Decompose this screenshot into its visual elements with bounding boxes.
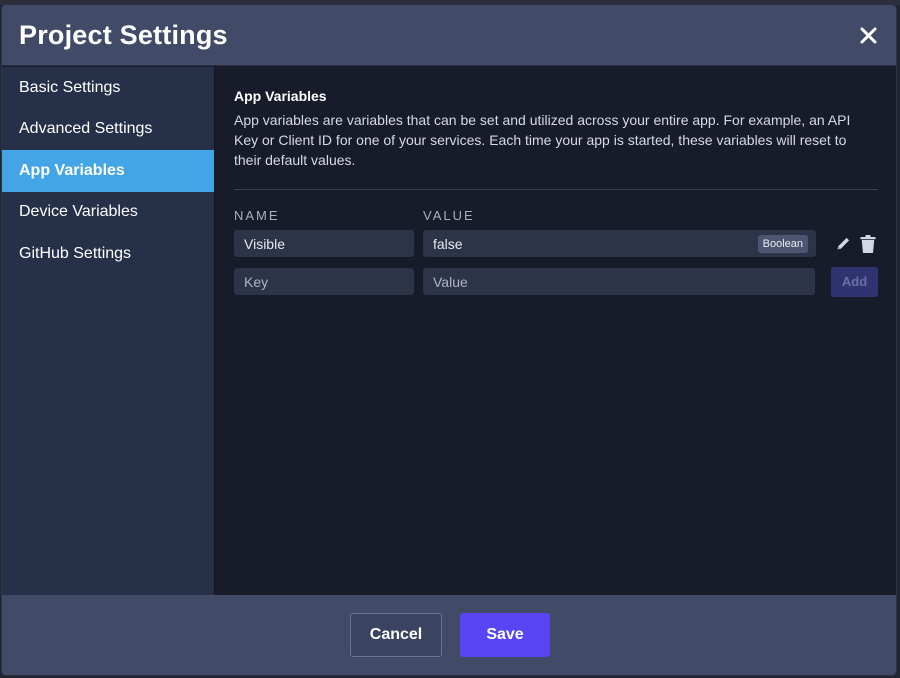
divider [234, 189, 878, 190]
variable-row: Visible false Boolean [234, 230, 878, 257]
new-variable-row: Add [234, 266, 878, 297]
new-key-input[interactable] [234, 268, 414, 295]
close-button[interactable] [856, 23, 880, 47]
edit-variable-button[interactable] [835, 235, 851, 253]
section-title: App Variables [234, 88, 327, 104]
section-description: App variables are variables that can be … [234, 112, 851, 168]
variable-value-text: false [433, 235, 463, 252]
sidebar-item-app-variables[interactable]: App Variables [2, 150, 214, 192]
variable-value-field[interactable]: false Boolean [423, 230, 816, 257]
sidebar-item-advanced-settings[interactable]: Advanced Settings [2, 109, 214, 151]
cancel-button[interactable]: Cancel [350, 613, 442, 657]
column-header-name: NAME [234, 208, 280, 223]
modal-footer: Cancel Save [2, 595, 896, 675]
settings-sidebar: Basic Settings Advanced Settings App Var… [2, 67, 215, 595]
new-value-input[interactable] [423, 268, 816, 295]
variable-name-text: Visible [244, 235, 285, 252]
close-icon [860, 27, 876, 43]
delete-variable-button[interactable] [860, 234, 876, 253]
column-headers: NAME VALUE [234, 208, 878, 223]
add-variable-button[interactable]: Add [831, 266, 878, 297]
column-header-value: VALUE [423, 208, 475, 223]
project-settings-modal: Project Settings Basic Settings Advanced… [2, 5, 896, 675]
save-button[interactable]: Save [460, 613, 550, 657]
pencil-icon [837, 237, 849, 250]
variable-type-badge: Boolean [757, 234, 808, 253]
modal-title: Project Settings [19, 19, 228, 50]
sidebar-item-basic-settings[interactable]: Basic Settings [2, 67, 214, 109]
variable-name-field[interactable]: Visible [234, 230, 414, 257]
app-variables-panel: App Variables App variables are variable… [216, 67, 896, 595]
modal-header: Project Settings [2, 5, 896, 66]
trash-icon [860, 234, 876, 253]
sidebar-item-device-variables[interactable]: Device Variables [2, 192, 214, 234]
sidebar-item-github-settings[interactable]: GitHub Settings [2, 233, 214, 275]
variable-row-actions [835, 234, 876, 253]
